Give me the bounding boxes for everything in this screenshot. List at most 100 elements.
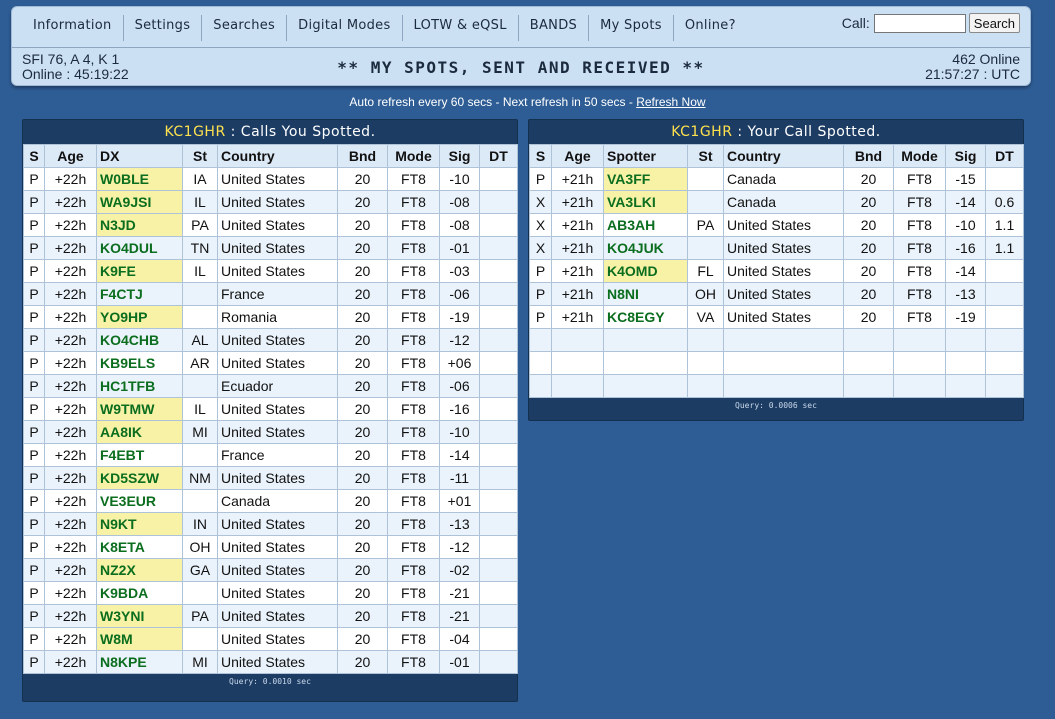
cell-signal: -14: [945, 190, 986, 214]
cell-band: 20: [337, 535, 388, 559]
empty-cell: [551, 351, 604, 375]
cell-dt: [479, 305, 518, 329]
cell-callsign[interactable]: N8KPE: [96, 650, 183, 674]
cell-callsign[interactable]: K9BDA: [96, 581, 183, 605]
table-row: P +22h K9BDA United States 20 FT8 -21: [23, 581, 518, 605]
refresh-now-link[interactable]: Refresh Now: [636, 95, 705, 109]
table-row: P +22h W9TMW IL United States 20 FT8 -16: [23, 397, 518, 421]
table-row: P +22h N3JD PA United States 20 FT8 -08: [23, 213, 518, 237]
cell-callsign[interactable]: HC1TFB: [96, 374, 183, 398]
empty-cell: [945, 328, 986, 352]
table-row: X +21h AB3AH PA United States 20 FT8 -10 1.1: [529, 213, 1024, 237]
empty-cell: [529, 351, 552, 375]
cell-signal: -14: [439, 443, 480, 467]
panel-title: KC1GHR : Your Call Spotted.: [529, 120, 1023, 144]
cell-signal: -13: [439, 512, 480, 536]
empty-cell: [551, 328, 604, 352]
cell-status: P: [529, 259, 552, 283]
nav-settings[interactable]: Settings: [124, 15, 203, 41]
cell-mode: FT8: [387, 558, 440, 582]
cell-age: +22h: [44, 535, 97, 559]
cell-age: +22h: [44, 443, 97, 467]
nav-digital-modes[interactable]: Digital Modes: [287, 15, 403, 41]
cell-signal: +06: [439, 351, 480, 375]
cell-dt: [479, 328, 518, 352]
cell-callsign[interactable]: F4CTJ: [96, 282, 183, 306]
cell-callsign[interactable]: W9TMW: [96, 397, 183, 421]
cell-age: +21h: [551, 282, 604, 306]
cell-status: P: [23, 328, 45, 352]
cell-mode: FT8: [387, 420, 440, 444]
table-row: P +22h KB9ELS AR United States 20 FT8 +06: [23, 351, 518, 375]
cell-dt: [985, 167, 1024, 191]
nav-my-spots[interactable]: My Spots: [589, 15, 674, 41]
nav-information[interactable]: Information: [22, 15, 124, 41]
cell-signal: -06: [439, 282, 480, 306]
cell-callsign[interactable]: YO9HP: [96, 305, 183, 329]
cell-callsign[interactable]: KC8EGY: [603, 305, 688, 329]
column-header-mode: Mode: [893, 144, 946, 168]
cell-callsign[interactable]: N8NI: [603, 282, 688, 306]
cell-mode: FT8: [387, 351, 440, 375]
cell-callsign[interactable]: KO4JUK: [603, 236, 688, 260]
cell-callsign[interactable]: VA3FF: [603, 167, 688, 191]
cell-state: OH: [182, 535, 218, 559]
cell-callsign[interactable]: KB9ELS: [96, 351, 183, 375]
cell-dt: [479, 213, 518, 237]
cell-age: +21h: [551, 305, 604, 329]
cell-status: P: [23, 167, 45, 191]
cell-mode: FT8: [893, 236, 946, 260]
cell-country: United States: [723, 282, 844, 306]
cell-band: 20: [337, 443, 388, 467]
cell-country: United States: [217, 213, 338, 237]
cell-callsign[interactable]: W3YNI: [96, 604, 183, 628]
cell-country: United States: [217, 512, 338, 536]
cell-callsign[interactable]: AB3AH: [603, 213, 688, 237]
call-search-input[interactable]: [873, 13, 966, 33]
cell-signal: -02: [439, 558, 480, 582]
nav-bands[interactable]: BANDS: [519, 15, 590, 41]
table-row: P +22h K8ETA OH United States 20 FT8 -12: [23, 535, 518, 559]
cell-callsign[interactable]: K8ETA: [96, 535, 183, 559]
cell-callsign[interactable]: N9KT: [96, 512, 183, 536]
empty-cell: [603, 351, 688, 375]
cell-callsign[interactable]: K9FE: [96, 259, 183, 283]
cell-country: United States: [217, 581, 338, 605]
cell-callsign[interactable]: AA8IK: [96, 420, 183, 444]
cell-callsign[interactable]: K4OMD: [603, 259, 688, 283]
cell-callsign[interactable]: VE3EUR: [96, 489, 183, 513]
cell-callsign[interactable]: VA3LKI: [603, 190, 688, 214]
cell-callsign[interactable]: F4EBT: [96, 443, 183, 467]
cell-state: IL: [182, 397, 218, 421]
query-time: Query: 0.0006 sec: [735, 401, 817, 410]
cell-age: +22h: [44, 581, 97, 605]
cell-dt: [479, 374, 518, 398]
cell-callsign[interactable]: W0BLE: [96, 167, 183, 191]
cell-band: 20: [843, 305, 894, 329]
cell-callsign[interactable]: KO4DUL: [96, 236, 183, 260]
cell-status: P: [23, 604, 45, 628]
cell-callsign[interactable]: W8M: [96, 627, 183, 651]
cell-status: P: [23, 489, 45, 513]
cell-callsign[interactable]: KD5SZW: [96, 466, 183, 490]
nav-searches[interactable]: Searches: [202, 15, 288, 41]
cell-country: Ecuador: [217, 374, 338, 398]
header-divider: [12, 47, 1030, 48]
empty-cell: [687, 374, 724, 398]
cell-callsign[interactable]: N3JD: [96, 213, 183, 237]
table-row: P +22h N9KT IN United States 20 FT8 -13: [23, 512, 518, 536]
cell-callsign[interactable]: NZ2X: [96, 558, 183, 582]
cell-age: +22h: [44, 167, 97, 191]
empty-cell: [843, 374, 894, 398]
cell-callsign[interactable]: KO4CHB: [96, 328, 183, 352]
cell-mode: FT8: [893, 190, 946, 214]
cell-band: 20: [843, 190, 894, 214]
cell-signal: -21: [439, 581, 480, 605]
search-button[interactable]: Search: [968, 13, 1020, 33]
cell-callsign[interactable]: WA9JSI: [96, 190, 183, 214]
column-header-country: Country: [723, 144, 844, 168]
nav-online[interactable]: Online?: [674, 15, 747, 41]
cell-country: United States: [217, 627, 338, 651]
empty-cell: [893, 351, 946, 375]
nav-lotw-eqsl[interactable]: LOTW & eQSL: [403, 15, 519, 41]
